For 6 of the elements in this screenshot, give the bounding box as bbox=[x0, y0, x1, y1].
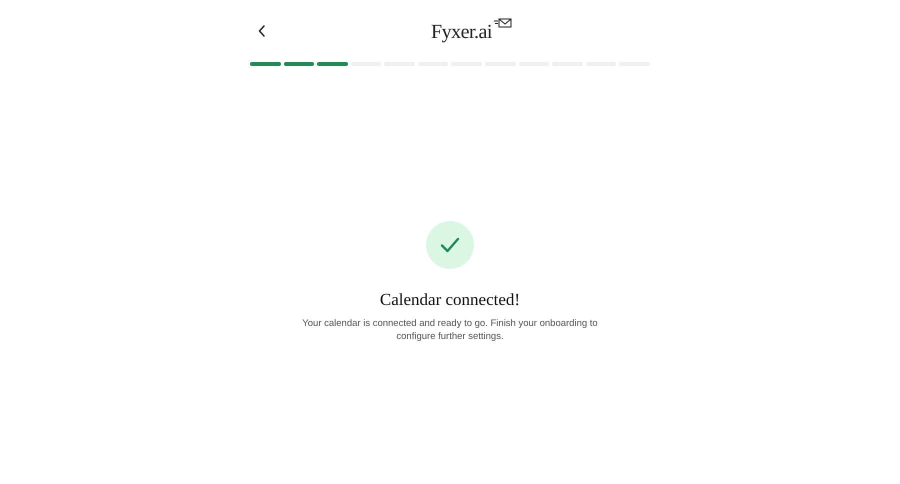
description: Your calendar is connected and ready to go. Finish your onboarding to configure further settings. bbox=[301, 317, 599, 343]
logo-text: Fyxer.ai bbox=[431, 22, 492, 42]
check-icon bbox=[440, 237, 460, 253]
title: Calendar connected! bbox=[380, 289, 520, 311]
back-icon bbox=[258, 25, 266, 37]
envelope-icon bbox=[493, 18, 513, 30]
